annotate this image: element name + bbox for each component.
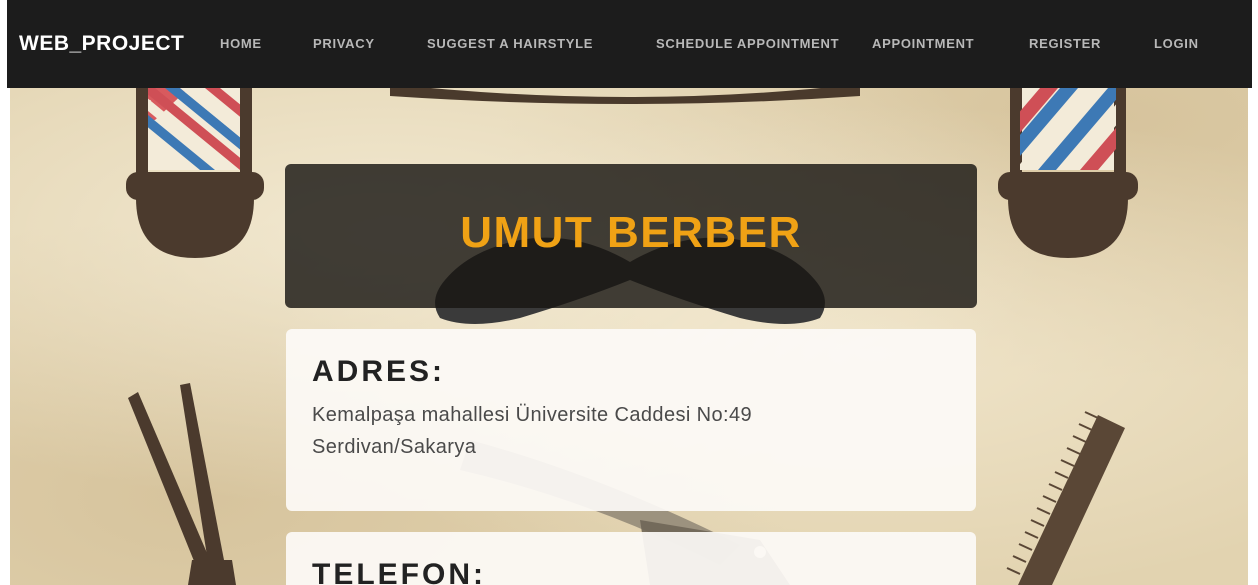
- address-text: Kemalpaşa mahallesi Üniversite Caddesi N…: [312, 399, 950, 463]
- shop-title: UMUT BERBER: [460, 208, 802, 257]
- top-navbar: WEB_PROJECT HOME PRIVACY SUGGEST A HAIRS…: [7, 0, 1252, 88]
- phone-card: TELEFON:: [286, 532, 976, 585]
- address-line-1: Kemalpaşa mahallesi Üniversite Caddesi N…: [312, 404, 753, 426]
- nav-link-register[interactable]: REGISTER: [1029, 36, 1101, 51]
- phone-heading: TELEFON:: [312, 558, 486, 585]
- barber-pole-icon: [998, 88, 1138, 258]
- page: WEB_PROJECT HOME PRIVACY SUGGEST A HAIRS…: [0, 0, 1258, 585]
- brand-link[interactable]: WEB_PROJECT: [19, 32, 184, 56]
- comb-icon: [1006, 411, 1125, 585]
- nav-link-privacy[interactable]: PRIVACY: [313, 36, 375, 51]
- scissors-icon: [128, 383, 236, 585]
- address-heading: ADRES:: [312, 355, 446, 388]
- nav-link-appointment[interactable]: APPOINTMENT: [872, 36, 974, 51]
- nav-link-schedule-appointment[interactable]: SCHEDULE APPOINTMENT: [656, 36, 839, 51]
- nav-link-home[interactable]: HOME: [220, 36, 262, 51]
- address-card: ADRES: Kemalpaşa mahallesi Üniversite Ca…: [286, 329, 976, 511]
- nav-link-suggest-hairstyle[interactable]: SUGGEST A HAIRSTYLE: [427, 36, 593, 51]
- address-line-2: Serdivan/Sakarya: [312, 436, 477, 458]
- nav-link-login[interactable]: LOGIN: [1154, 36, 1199, 51]
- shop-title-card: UMUT BERBER: [285, 164, 977, 308]
